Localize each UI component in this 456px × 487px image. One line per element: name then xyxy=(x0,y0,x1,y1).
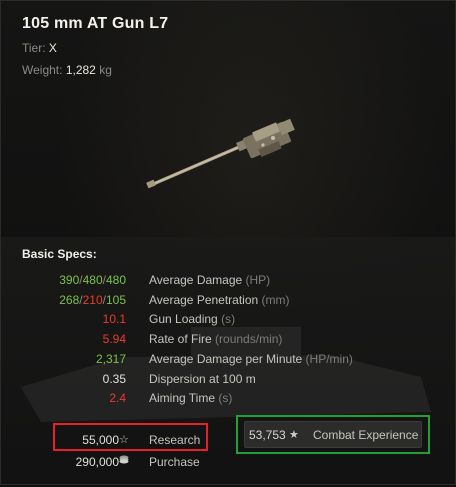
spec-value-part: 268 xyxy=(59,292,80,307)
spec-unit: (s) xyxy=(218,391,233,406)
spec-row: 390/480/480 Average Damage (HP) xyxy=(1,273,456,291)
spec-value-part: 10.1 xyxy=(102,312,126,327)
combat-experience-highlight-box xyxy=(236,415,430,454)
spec-value-part: 480 xyxy=(105,273,126,287)
spec-value: 2.4 xyxy=(109,391,126,405)
spec-name-text: Average Damage per Minute xyxy=(149,351,303,366)
spec-row: 5.94 Rate of Fire (rounds/min) xyxy=(1,332,456,350)
spec-value-part: 480 xyxy=(82,273,103,287)
spec-name-text: Gun Loading xyxy=(149,312,218,327)
spec-row: 10.1 Gun Loading (s) xyxy=(1,312,456,330)
gun-image xyxy=(146,118,295,189)
spec-row: 2,317 Average Damage per Minute (HP/min) xyxy=(1,352,456,370)
spec-name: Average Damage per Minute (HP/min) xyxy=(149,352,353,366)
purchase-label: Purchase xyxy=(149,455,200,469)
spec-value-part: 2,317 xyxy=(95,351,126,366)
spec-row: 0.35 Dispersion at 100 m xyxy=(1,372,456,390)
module-title: 105 mm AT Gun L7 xyxy=(22,15,169,32)
spec-name: Average Penetration (mm) xyxy=(149,293,290,307)
basic-specs-title: Basic Specs: xyxy=(22,247,97,261)
purchase-cost-row: 290,000 Purchase xyxy=(1,455,456,473)
weight-unit: kg xyxy=(99,63,112,77)
spec-value-part: 0.35 xyxy=(102,371,126,386)
credits-icon xyxy=(119,455,129,467)
spec-value-part: 105 xyxy=(105,292,126,307)
spec-unit: (rounds/min) xyxy=(215,332,283,347)
spec-unit: (s) xyxy=(221,312,236,327)
spec-name-text: Average Penetration xyxy=(149,292,259,307)
weight-line: Weight: 1,282 kg xyxy=(22,63,112,77)
tier-line: Tier: X xyxy=(22,41,57,55)
spec-row: 2.4 Aiming Time (s) xyxy=(1,391,456,409)
spec-row: 268/210/105 Average Penetration (mm) xyxy=(1,293,456,311)
research-highlight-box xyxy=(53,423,208,451)
spec-unit: (HP/min) xyxy=(305,351,353,366)
spec-value: 0.35 xyxy=(103,372,126,386)
spec-name: Average Damage (HP) xyxy=(149,273,270,287)
spec-value-part: 210 xyxy=(82,292,103,307)
spec-unit: (mm) xyxy=(261,292,290,307)
spec-name: Dispersion at 100 m xyxy=(149,372,256,386)
purchase-cost-value: 290,000 xyxy=(75,455,119,469)
spec-name-text: Rate of Fire xyxy=(149,332,212,347)
tier-label: Tier: xyxy=(22,41,46,55)
spec-unit: (HP) xyxy=(245,273,271,287)
module-tooltip-panel: 105 mm AT Gun L7 Tier: X Weight: 1,282 k… xyxy=(0,0,456,485)
spec-value: 5.94 xyxy=(103,332,126,346)
spec-name: Rate of Fire (rounds/min) xyxy=(149,332,282,346)
tier-value: X xyxy=(48,41,57,55)
spec-value: 390/480/480 xyxy=(59,273,126,287)
spec-name-text: Dispersion at 100 m xyxy=(149,371,256,386)
spec-value-part: 2.4 xyxy=(109,391,126,406)
spec-value: 268/210/105 xyxy=(59,293,126,307)
spec-name-text: Aiming Time xyxy=(149,391,216,406)
weight-label: Weight: xyxy=(22,63,63,77)
weight-value: 1,282 xyxy=(65,63,96,77)
spec-name: Aiming Time (s) xyxy=(149,391,232,405)
spec-value-part: 5.94 xyxy=(102,332,126,347)
spec-value: 2,317 xyxy=(96,352,126,366)
spec-name-text: Average Damage xyxy=(149,273,243,287)
spec-value-part: 390 xyxy=(59,273,80,287)
spec-name: Gun Loading (s) xyxy=(149,312,235,326)
spec-value: 10.1 xyxy=(103,312,126,326)
